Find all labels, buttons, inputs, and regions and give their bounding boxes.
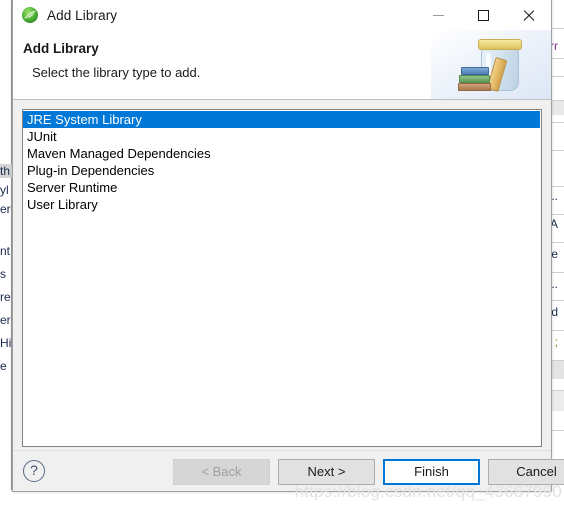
- list-item[interactable]: JUnit: [23, 128, 541, 145]
- header-banner-art: [431, 30, 551, 99]
- header-description: Select the library type to add.: [32, 65, 201, 80]
- dialog-button-row: < Back Next > Finish Cancel: [173, 459, 564, 485]
- background-left-fragment: th: [0, 165, 11, 178]
- maximize-icon: [478, 9, 489, 21]
- minimize-icon: [433, 14, 444, 16]
- background-right-fragment: d: [551, 305, 558, 319]
- add-library-dialog: Add Library Add Library Select the libra…: [12, 0, 564, 492]
- window-controls: [416, 0, 551, 30]
- close-button[interactable]: [506, 0, 551, 30]
- background-left-fragment: er: [0, 314, 11, 327]
- background-bottom-area: · ·: [0, 490, 564, 509]
- list-item[interactable]: JRE System Library: [23, 111, 540, 128]
- background-right-fragment: e: [551, 247, 558, 261]
- dialog-header: Add Library Select the library type to a…: [13, 30, 551, 100]
- dialog-footer: ? < Back Next > Finish Cancel: [13, 450, 564, 491]
- finish-button[interactable]: Finish: [383, 459, 480, 485]
- background-left-column: th yl er nt s re er Hi e: [0, 0, 12, 509]
- list-item[interactable]: Server Runtime: [23, 179, 541, 196]
- back-button[interactable]: < Back: [173, 459, 270, 485]
- list-item[interactable]: User Library: [23, 196, 541, 213]
- background-left-fragment: re: [0, 291, 11, 304]
- eclipse-leaf-icon: [21, 6, 39, 24]
- background-left-fragment: s: [0, 268, 6, 281]
- close-icon: [522, 9, 535, 22]
- cancel-button[interactable]: Cancel: [488, 459, 564, 485]
- dialog-title: Add Library: [47, 7, 118, 23]
- dialog-body: JRE System Library JUnit Maven Managed D…: [13, 100, 551, 450]
- list-item[interactable]: Plug-in Dependencies: [23, 162, 541, 179]
- background-left-fragment: e: [0, 360, 7, 373]
- help-circle-icon[interactable]: ?: [23, 460, 45, 482]
- background-left-fragment: yl: [0, 184, 9, 197]
- background-left-fragment: Hi: [0, 337, 12, 350]
- library-type-list[interactable]: JRE System Library JUnit Maven Managed D…: [22, 109, 542, 447]
- jar-with-books-icon: [455, 34, 533, 96]
- header-title: Add Library: [23, 41, 99, 56]
- minimize-button[interactable]: [416, 0, 461, 30]
- maximize-button[interactable]: [461, 0, 506, 30]
- background-right-fragment: ;: [554, 335, 558, 349]
- next-button[interactable]: Next >: [278, 459, 375, 485]
- background-left-fragment: er: [0, 203, 11, 216]
- dialog-titlebar[interactable]: Add Library: [13, 0, 551, 30]
- background-left-fragment: nt: [0, 245, 11, 258]
- list-item[interactable]: Maven Managed Dependencies: [23, 145, 541, 162]
